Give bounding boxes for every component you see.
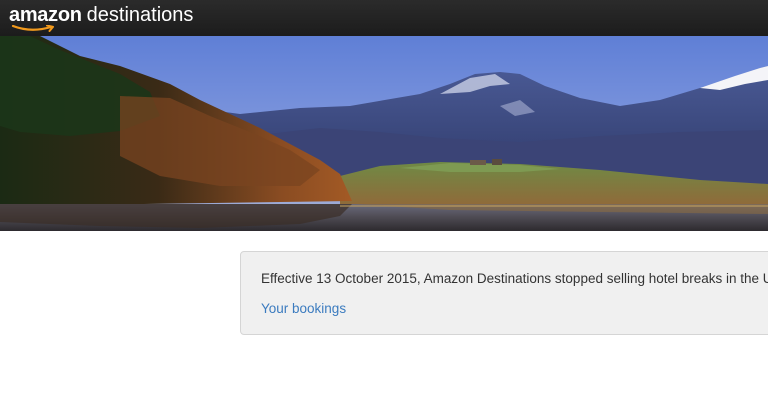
landscape-image	[0, 36, 768, 231]
notice-message: Effective 13 October 2015, Amazon Destin…	[261, 271, 768, 286]
logo-wordmark-amazon: amazon	[9, 4, 82, 26]
site-header: amazon destinations	[0, 0, 768, 36]
logo-wordmark-destinations: destinations	[86, 4, 194, 26]
notice-panel: Effective 13 October 2015, Amazon Destin…	[240, 251, 768, 335]
hero-banner	[0, 36, 768, 231]
your-bookings-link[interactable]: Your bookings	[261, 301, 346, 316]
amazon-destinations-logo[interactable]: amazon destinations	[9, 4, 193, 32]
amazon-smile-icon	[11, 25, 54, 32]
